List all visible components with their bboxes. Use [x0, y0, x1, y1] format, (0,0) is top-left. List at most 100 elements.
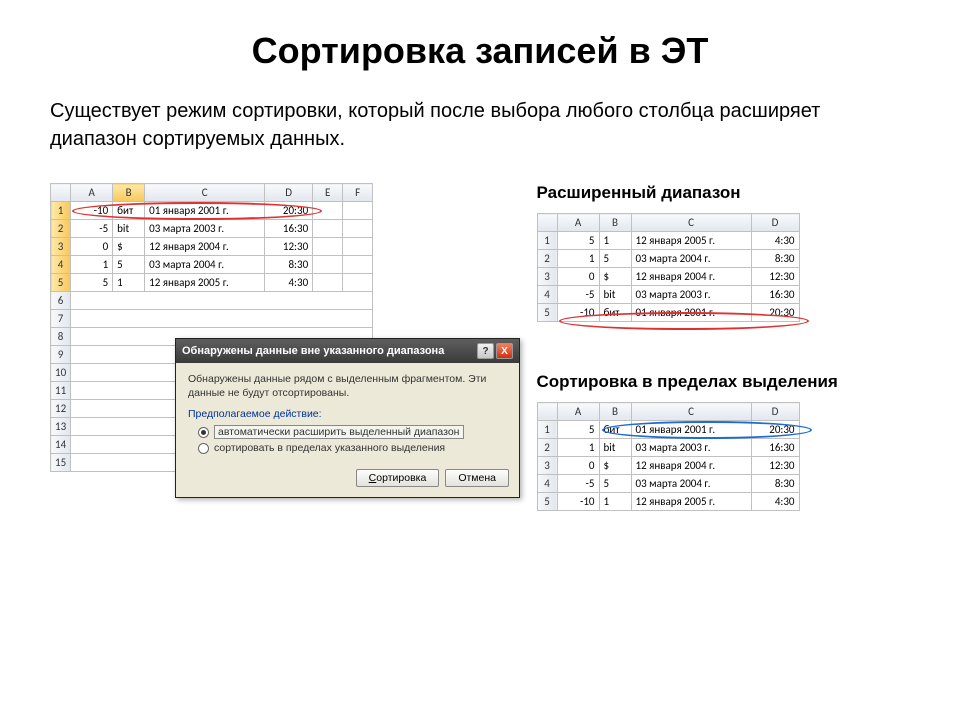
cell[interactable]: 20:30 — [751, 421, 799, 439]
cell[interactable]: $ — [113, 238, 145, 256]
cell[interactable]: -10 — [71, 202, 113, 220]
col-header-a[interactable]: A — [557, 403, 599, 421]
excel-grid[interactable]: A B C D 15112 января 2005 г.4:30 21503 м… — [537, 213, 800, 322]
cell[interactable] — [71, 310, 373, 328]
cell[interactable]: 1 — [557, 250, 599, 268]
col-header-b[interactable]: B — [599, 214, 631, 232]
cell[interactable]: 01 января 2001 г. — [631, 304, 751, 322]
cell[interactable]: $ — [599, 268, 631, 286]
cell[interactable]: 5 — [113, 256, 145, 274]
cell[interactable] — [71, 292, 373, 310]
cell[interactable]: 8:30 — [265, 256, 313, 274]
row-header[interactable]: 5 — [51, 274, 71, 292]
cell[interactable]: -5 — [71, 220, 113, 238]
row-header[interactable]: 10 — [51, 364, 71, 382]
help-button[interactable]: ? — [477, 343, 494, 359]
cell[interactable]: 8:30 — [751, 475, 799, 493]
row-header[interactable]: 5 — [537, 304, 557, 322]
cell[interactable]: bit — [599, 286, 631, 304]
cell[interactable]: 0 — [71, 238, 113, 256]
cell[interactable]: -10 — [557, 493, 599, 511]
cell[interactable]: bit — [113, 220, 145, 238]
cell[interactable]: 12 января 2005 г. — [631, 493, 751, 511]
row-header[interactable]: 2 — [537, 250, 557, 268]
cell[interactable]: 12:30 — [265, 238, 313, 256]
cell[interactable] — [343, 256, 373, 274]
cell[interactable]: 03 марта 2004 г. — [631, 475, 751, 493]
col-header-f[interactable]: F — [343, 184, 373, 202]
cell[interactable]: 4:30 — [751, 232, 799, 250]
cell[interactable]: 5 — [599, 475, 631, 493]
sort-button[interactable]: Сортировка — [356, 469, 440, 487]
row-header[interactable]: 5 — [537, 493, 557, 511]
select-all-corner[interactable] — [51, 184, 71, 202]
cell[interactable]: 5 — [557, 421, 599, 439]
row-header[interactable]: 3 — [537, 457, 557, 475]
cell[interactable] — [343, 238, 373, 256]
radio-expand-range[interactable]: автоматически расширить выделенный диапа… — [198, 425, 507, 439]
cell[interactable]: 12 января 2005 г. — [631, 232, 751, 250]
select-all-corner[interactable] — [537, 214, 557, 232]
cell[interactable]: 8:30 — [751, 250, 799, 268]
cell[interactable]: 1 — [599, 232, 631, 250]
cell[interactable]: -5 — [557, 286, 599, 304]
row-header[interactable]: 11 — [51, 382, 71, 400]
cell[interactable]: 03 марта 2003 г. — [631, 286, 751, 304]
row-header[interactable]: 9 — [51, 346, 71, 364]
cell[interactable]: 01 января 2001 г. — [631, 421, 751, 439]
row-header[interactable]: 1 — [537, 232, 557, 250]
row-header[interactable]: 15 — [51, 454, 71, 472]
cell[interactable] — [343, 274, 373, 292]
cell[interactable]: 03 марта 2004 г. — [631, 250, 751, 268]
cell[interactable]: 12 января 2004 г. — [631, 268, 751, 286]
cell[interactable]: -5 — [557, 475, 599, 493]
cell[interactable]: -10 — [557, 304, 599, 322]
select-all-corner[interactable] — [537, 403, 557, 421]
cell[interactable]: 4:30 — [751, 493, 799, 511]
cell[interactable] — [313, 256, 343, 274]
cell[interactable]: 12 января 2005 г. — [145, 274, 265, 292]
cell[interactable]: $ — [599, 457, 631, 475]
cell[interactable]: 03 марта 2003 г. — [631, 439, 751, 457]
cell[interactable] — [343, 202, 373, 220]
cell[interactable] — [313, 238, 343, 256]
row-header[interactable]: 2 — [51, 220, 71, 238]
col-header-b[interactable]: B — [599, 403, 631, 421]
row-header[interactable]: 4 — [537, 286, 557, 304]
row-header[interactable]: 2 — [537, 439, 557, 457]
row-header[interactable]: 4 — [537, 475, 557, 493]
col-header-d[interactable]: D — [751, 214, 799, 232]
cell[interactable] — [313, 274, 343, 292]
cell[interactable]: 5 — [71, 274, 113, 292]
col-header-d[interactable]: D — [265, 184, 313, 202]
row-header[interactable]: 14 — [51, 436, 71, 454]
cell[interactable]: 1 — [557, 439, 599, 457]
row-header[interactable]: 12 — [51, 400, 71, 418]
cell[interactable]: 5 — [599, 250, 631, 268]
cell[interactable]: 0 — [557, 268, 599, 286]
cell[interactable]: 12 января 2004 г. — [631, 457, 751, 475]
col-header-c[interactable]: C — [631, 403, 751, 421]
col-header-b[interactable]: B — [113, 184, 145, 202]
row-header[interactable]: 8 — [51, 328, 71, 346]
close-button[interactable]: X — [496, 343, 513, 359]
cell[interactable]: 12 января 2004 г. — [145, 238, 265, 256]
cell[interactable]: бит — [599, 304, 631, 322]
cell[interactable] — [313, 202, 343, 220]
cell[interactable]: 1 — [599, 493, 631, 511]
row-header[interactable]: 1 — [537, 421, 557, 439]
col-header-e[interactable]: E — [313, 184, 343, 202]
col-header-a[interactable]: A — [557, 214, 599, 232]
cell[interactable]: 4:30 — [265, 274, 313, 292]
col-header-c[interactable]: C — [145, 184, 265, 202]
row-header[interactable]: 3 — [51, 238, 71, 256]
row-header[interactable]: 6 — [51, 292, 71, 310]
cancel-button[interactable]: Отмена — [445, 469, 509, 487]
cell[interactable]: 16:30 — [751, 439, 799, 457]
cell[interactable]: 1 — [113, 274, 145, 292]
cell[interactable]: 5 — [557, 232, 599, 250]
cell[interactable]: 20:30 — [265, 202, 313, 220]
row-header[interactable]: 1 — [51, 202, 71, 220]
cell[interactable]: 01 января 2001 г. — [145, 202, 265, 220]
row-header[interactable]: 13 — [51, 418, 71, 436]
